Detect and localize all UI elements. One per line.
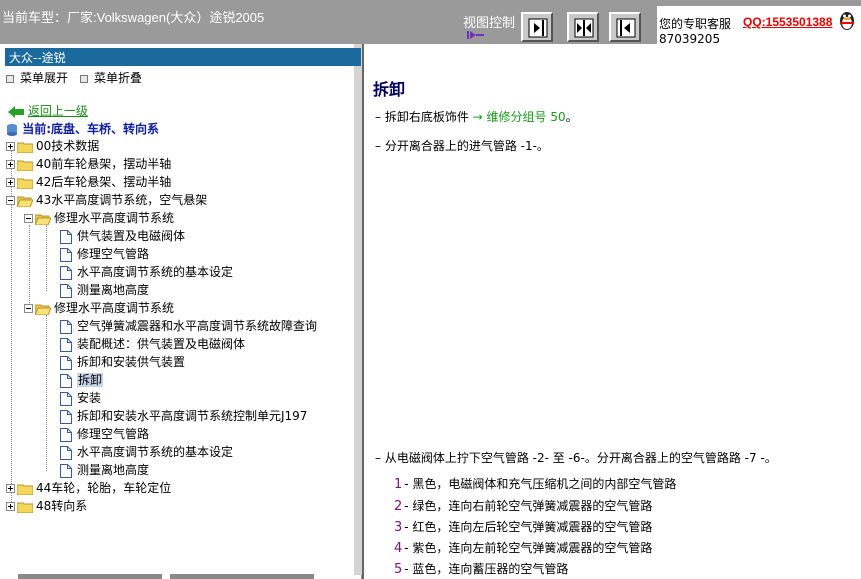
menu-collapse-button[interactable]: 菜单折叠 (80, 69, 142, 86)
tree-leaf[interactable]: 测量离地高度 (60, 281, 149, 299)
document-icon (60, 247, 72, 262)
document-icon (60, 265, 72, 280)
minus-icon[interactable] (6, 196, 15, 205)
tree-node-00[interactable]: 00技术数据 (6, 137, 99, 155)
view-control-label: 视图控制 (463, 16, 516, 31)
expand-icon (6, 74, 14, 83)
repair-group-link[interactable]: → 维修分组号 50 (473, 110, 566, 124)
tree-leaf[interactable]: 水平高度调节系统的基本设定 (60, 443, 233, 461)
tree-node-42[interactable]: 42后车轮悬架、摆动半轴 (6, 173, 171, 191)
tree-guide-line (46, 225, 47, 291)
document-icon (60, 355, 72, 370)
tree-leaf[interactable]: 修理空气管路 (60, 245, 149, 263)
tree-leaf[interactable]: 修理空气管路 (60, 425, 149, 443)
folder-icon (17, 178, 33, 189)
bottom-tab[interactable] (170, 574, 314, 579)
current-section: 当前:底盘、车桥、转向系 (6, 120, 159, 137)
tree-leaf[interactable]: 拆卸和安装供气装置 (60, 353, 185, 371)
list-item: 2- 绿色，连向右前轮空气弹簧减震器的空气管路 (394, 499, 653, 514)
document-icon (60, 409, 72, 424)
minus-icon[interactable] (24, 214, 33, 223)
list-item: 3- 红色，连向左后轮空气弹簧减震器的空气管路 (394, 520, 653, 535)
list-item: 5- 蓝色，连向蓄压器的空气管路 (394, 562, 569, 577)
tree-leaf[interactable]: 测量离地高度 (60, 461, 149, 479)
step-unscrew-lines: – 从电磁阀体上拧下空气管路 -2- 至 -6-。分开离合器上的空气管路路 -7… (375, 451, 777, 465)
tree-guide-line (46, 315, 47, 471)
folder-icon (17, 142, 33, 153)
collapse-icon (80, 74, 88, 83)
document-icon (60, 319, 72, 334)
top-bar: 当前车型：厂家:Volkswagen(大众）途锐2005 视图控制 您的专职客服… (0, 0, 861, 46)
expand-left-button[interactable] (609, 12, 641, 42)
plus-icon[interactable] (6, 160, 15, 169)
split-arrows-icon (574, 18, 594, 38)
support-panel: 您的专职客服 QQ:1553501388 87039205 (657, 6, 861, 46)
bottom-tab[interactable] (18, 574, 162, 579)
tree-leaf[interactable]: 拆卸和安装水平高度调节系统控制单元J197 (60, 407, 307, 425)
qq-penguin-icon[interactable] (837, 9, 857, 31)
folder-icon (17, 484, 33, 495)
document-icon (60, 229, 72, 244)
plus-icon[interactable] (6, 178, 15, 187)
tree-leaf[interactable]: 安装 (60, 389, 101, 407)
split-view-button[interactable] (567, 12, 599, 42)
page-title: 拆卸 (373, 80, 406, 99)
database-icon (7, 123, 17, 136)
plus-icon[interactable] (6, 142, 15, 151)
tree-node-48[interactable]: 48转向系 (6, 497, 87, 515)
plus-icon[interactable] (6, 502, 15, 511)
tree-leaf[interactable]: 装配概述：供气装置及电磁阀体 (60, 335, 245, 353)
open-folder-icon (35, 304, 51, 315)
back-arrow-icon (8, 105, 24, 118)
menu-expand-button[interactable]: 菜单展开 (6, 69, 68, 86)
plus-icon[interactable] (6, 484, 15, 493)
back-link[interactable]: 返回上一级 (8, 102, 88, 119)
step-remove-trim: – 拆卸右底板饰件 → 维修分组号 50。 (375, 110, 578, 124)
support-qq-link[interactable]: QQ:1553501388 (743, 15, 832, 29)
arrow-right-icon (528, 18, 548, 38)
document-icon (60, 427, 72, 442)
tree-node-44[interactable]: 44车轮，轮胎，车轮定位 (6, 479, 171, 497)
tree-leaf[interactable]: 水平高度调节系统的基本设定 (60, 263, 233, 281)
current-car-title: 当前车型：厂家:Volkswagen(大众）途锐2005 (2, 10, 265, 25)
document-icon (60, 337, 72, 352)
step-disconnect-intake: – 分开离合器上的进气管路 -1-。 (375, 139, 549, 153)
list-item: 4- 紫色，连向左前轮空气弹簧减震器的空气管路 (394, 541, 653, 556)
expand-right-button[interactable] (521, 12, 553, 42)
open-folder-icon (35, 214, 51, 225)
tree-leaf[interactable]: 空气弹簧减震器和水平高度调节系统故障查询 (60, 317, 317, 335)
pointer-icon (467, 31, 484, 39)
folder-icon (17, 160, 33, 171)
tree-group-2[interactable]: 修理水平高度调节系统 (24, 299, 174, 317)
support-phone: 87039205 (659, 32, 721, 46)
open-folder-icon (17, 196, 33, 207)
tree-leaf-selected[interactable]: 拆卸 (60, 371, 104, 389)
arrow-left-icon (616, 18, 636, 38)
tree-leaf[interactable]: 供气装置及电磁阀体 (60, 227, 185, 245)
document-icon (60, 463, 72, 478)
tree-group-1[interactable]: 修理水平高度调节系统 (24, 209, 174, 227)
document-icon (60, 373, 72, 388)
list-item: 1- 黑色，电磁阀体和充气压缩机之间的内部空气管路 (394, 477, 677, 492)
document-icon (60, 445, 72, 460)
tree-node-43[interactable]: 43水平高度调节系统，空气悬架 (6, 191, 207, 209)
sidebar-scrollbar[interactable] (354, 44, 362, 575)
tree-node-40[interactable]: 40前车轮悬架，摆动半轴 (6, 155, 171, 173)
folder-icon (17, 502, 33, 513)
support-label: 您的专职客服 (659, 17, 732, 31)
document-icon (60, 391, 72, 406)
tree-guide-line (29, 225, 30, 309)
document-icon (60, 283, 72, 298)
minus-icon[interactable] (24, 304, 33, 313)
sidebar-heading: 大众--途锐 (5, 48, 361, 66)
